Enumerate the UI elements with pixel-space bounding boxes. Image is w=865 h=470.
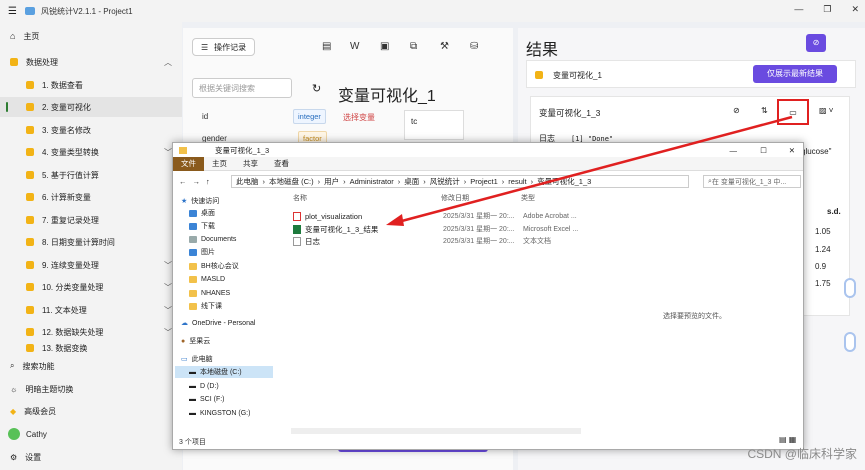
annotation-arrow <box>386 115 793 226</box>
watermark: CSDN @临床科学家 <box>747 447 857 461</box>
arrow-head <box>386 214 404 226</box>
arrow-line <box>397 115 793 224</box>
